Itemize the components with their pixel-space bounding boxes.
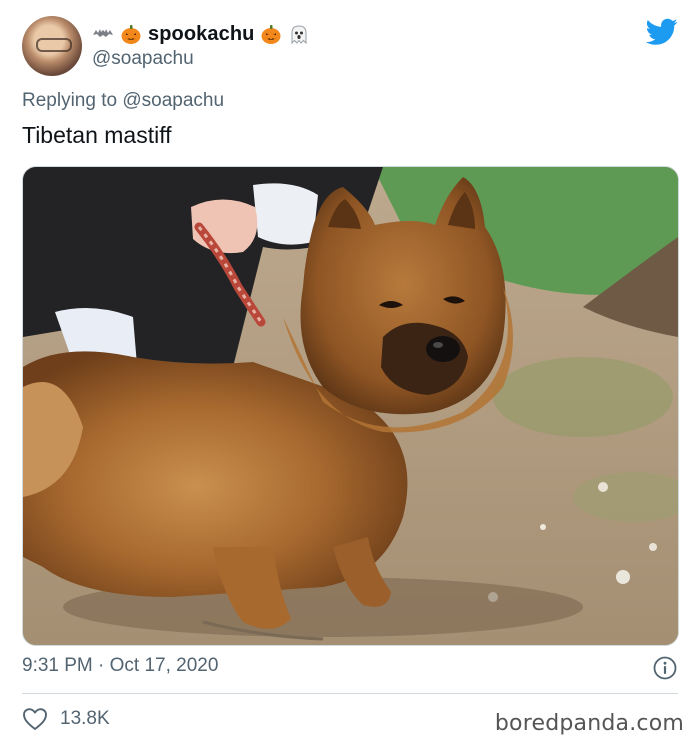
jack-o-lantern-icon xyxy=(120,23,142,45)
replying-prefix: Replying to xyxy=(22,90,123,111)
divider xyxy=(22,693,678,694)
ghost-icon xyxy=(288,23,310,45)
tweet-card: spookachu @soapachu Replying to @soapach… xyxy=(0,0,700,747)
jack-o-lantern-icon xyxy=(260,23,282,45)
tweet-text: Tibetan mastiff xyxy=(22,122,172,148)
user-handle[interactable]: @soapachu xyxy=(92,48,194,70)
heart-icon[interactable] xyxy=(22,707,48,731)
avatar[interactable] xyxy=(22,16,82,76)
name-row[interactable]: spookachu xyxy=(92,20,310,48)
tweet-timestamp[interactable]: 9:31 PM · Oct 17, 2020 xyxy=(22,655,218,677)
replying-to: Replying to @soapachu xyxy=(22,90,224,112)
avatar-glasses xyxy=(36,38,72,52)
tweet-photo[interactable] xyxy=(22,166,679,646)
info-icon[interactable] xyxy=(653,656,677,680)
display-name[interactable]: spookachu xyxy=(148,23,254,46)
twitter-bird-icon[interactable] xyxy=(646,18,678,46)
reply-mention-link[interactable]: @soapachu xyxy=(122,90,224,111)
boredpanda-watermark: boredpanda.com xyxy=(494,711,684,736)
bat-emoji-icon xyxy=(92,23,114,45)
like-count: 13.8K xyxy=(60,708,110,729)
